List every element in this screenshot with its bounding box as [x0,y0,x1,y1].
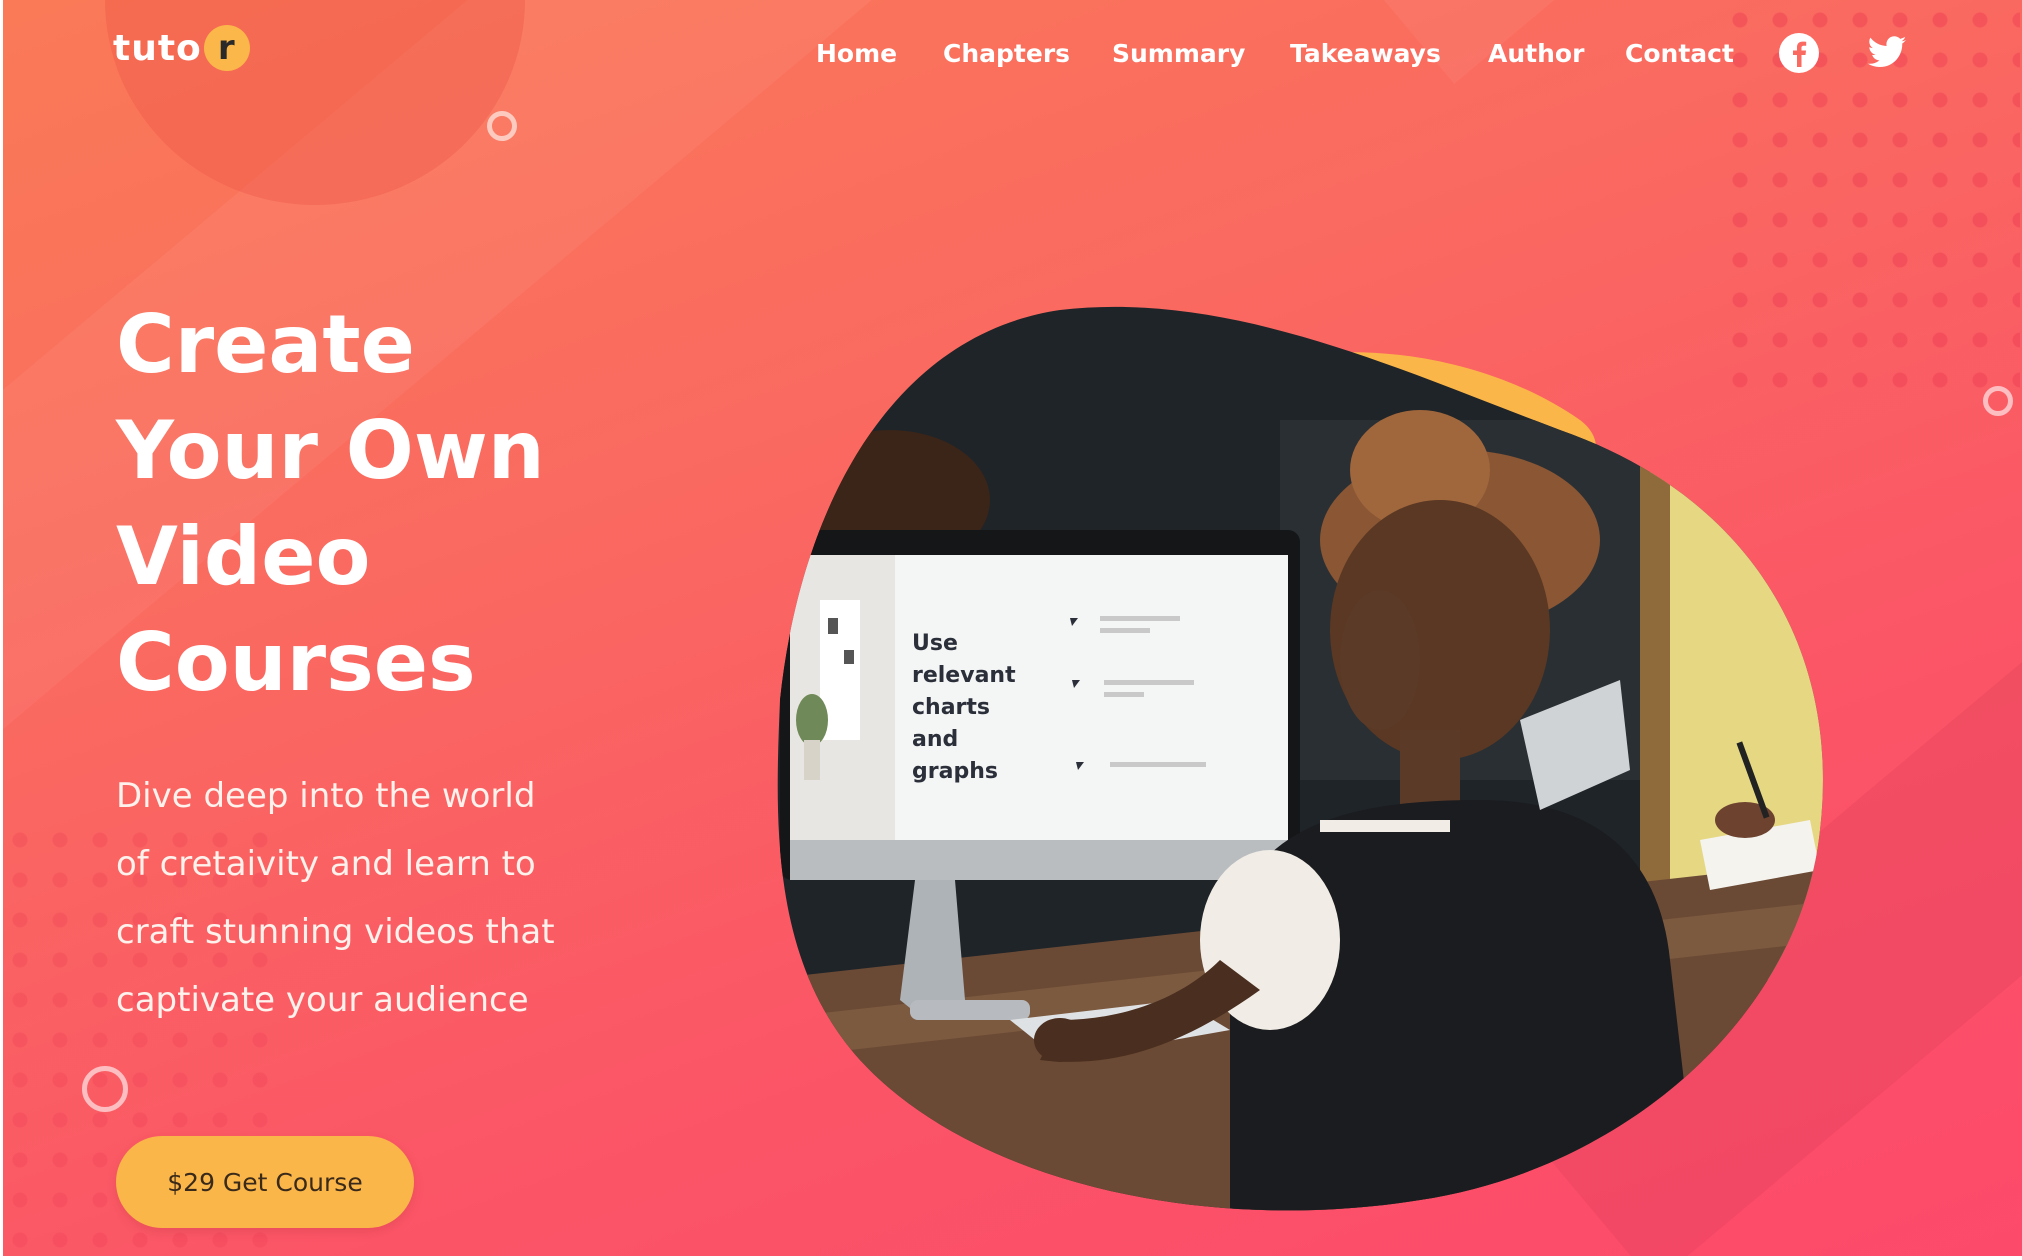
hero-title: Create Your Own Video Courses [116,292,676,716]
twitter-icon[interactable] [1866,32,1908,74]
page-border [0,0,3,1260]
nav-link-home[interactable]: Home [816,34,897,74]
hero-description-line: of cretaivity and learn to [116,844,536,884]
slide-text-line: Use [912,631,958,656]
nav-link-chapters[interactable]: Chapters [943,34,1070,74]
hero-description-line: Dive deep into the world [116,776,536,816]
facebook-icon[interactable] [1778,32,1820,74]
slide-text-line: graphs [912,759,998,784]
nav-link-summary[interactable]: Summary [1112,34,1245,74]
hero-description-line: craft stunning videos that [116,912,555,952]
page-border [0,1256,2022,1260]
hero-title-line: Your Own [116,404,545,497]
hero-image: Use relevant charts and graphs [760,300,1840,1220]
hero-title-line: Video [116,510,371,603]
slide-text-line: and [912,727,958,752]
hero-title-line: Courses [116,616,476,709]
landing-page: tuto r Home Chapters Summary Takeaways Au… [0,0,2022,1260]
slide-text-line: charts [912,695,990,720]
decorative-ring [487,111,517,141]
main-nav: Home Chapters Summary Takeaways Author C… [0,34,2022,74]
nav-link-author[interactable]: Author [1488,34,1584,74]
nav-link-contact[interactable]: Contact [1625,34,1734,74]
get-course-button[interactable]: $29 Get Course [116,1136,414,1228]
slide-text-line: relevant [912,663,1016,688]
hero-description-line: captivate your audience [116,980,529,1020]
hero-description: Dive deep into the world of cretaivity a… [116,762,636,1034]
nav-link-takeaways[interactable]: Takeaways [1290,34,1441,74]
hero-title-line: Create [116,298,415,391]
